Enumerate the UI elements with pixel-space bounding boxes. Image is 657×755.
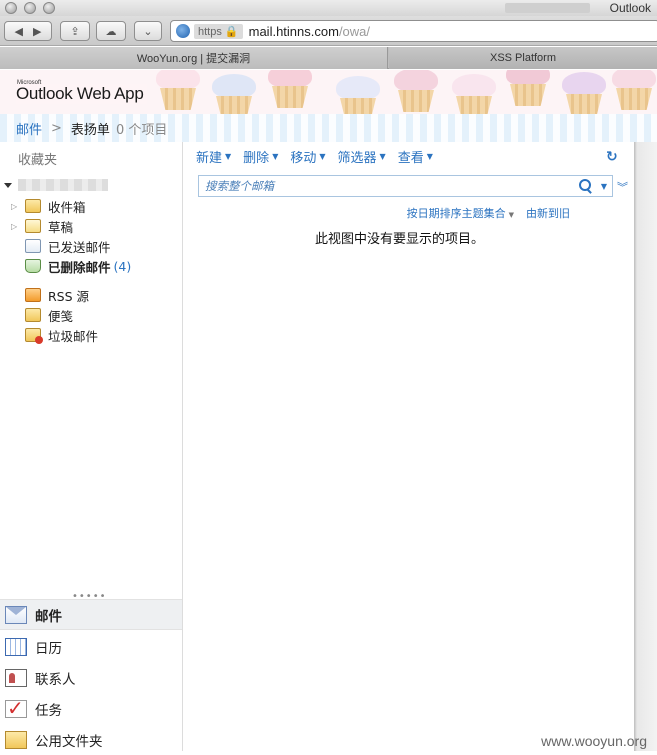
deleted-folder-icon <box>25 259 41 273</box>
sent-folder-icon <box>25 239 41 253</box>
cupcake-decoration <box>500 70 556 106</box>
tab-xss-platform[interactable]: XSS Platform <box>389 47 657 69</box>
redacted-title <box>505 3 590 13</box>
https-badge: https 🔒 <box>194 23 243 39</box>
message-list-pane: 新建▼ 删除▼ 移动▼ 筛选器▼ 查看▼ ↻ ▼ ︾ 按日期排序主题集合▼ 由新… <box>183 142 634 751</box>
cupcake-decoration <box>330 74 386 114</box>
search-options-chevron-icon[interactable]: ▼ <box>598 182 610 191</box>
current-folder-name: 表扬单 <box>70 122 110 138</box>
address-bar[interactable]: https 🔒 mail.htinns.com /owa/ <box>170 20 657 42</box>
mail-icon <box>5 605 27 624</box>
tab-strip: WooYun.org | 提交漏洞 XSS Platform <box>0 47 657 69</box>
breadcrumb: 邮件 > 表扬单 0 个项目 <box>0 114 657 142</box>
folder-sent[interactable]: 已发送邮件 <box>0 236 182 256</box>
cupcake-decoration <box>388 70 444 112</box>
nav-mail[interactable]: 邮件 <box>0 599 182 630</box>
filter-button[interactable]: 筛选器 ▼ <box>338 147 386 166</box>
browser-toolbar: ◀ ▶ ⇪ ☁ ⌄ https 🔒 mail.htinns.com /owa/ <box>0 16 657 46</box>
delete-button[interactable]: 删除 ▼ <box>243 147 278 166</box>
nav-tasks[interactable]: 任务 <box>0 693 182 724</box>
sort-order-toggle[interactable]: 由新到旧 <box>526 205 570 221</box>
window-title: Outlook <box>609 1 651 15</box>
app-logo: Outlook Web App <box>16 84 147 104</box>
refresh-icon[interactable]: ↻ <box>606 150 620 164</box>
chevron-down-icon: ▼ <box>508 211 514 219</box>
expand-double-chevron-icon[interactable]: ︾ <box>617 179 628 195</box>
url-host: mail.htinns.com <box>248 23 339 39</box>
notes-folder-icon <box>25 308 41 322</box>
chevron-down-icon: ▼ <box>225 152 232 161</box>
unread-count-badge: (4) <box>113 258 132 274</box>
globe-icon <box>176 24 190 38</box>
calendar-icon <box>5 637 27 656</box>
rss-folder-icon <box>25 288 41 302</box>
chevron-down-icon: ▼ <box>426 152 433 161</box>
expand-arrow-icon[interactable]: ▷ <box>11 202 17 211</box>
new-button[interactable]: 新建 ▼ <box>196 147 231 166</box>
cupcake-decoration <box>606 70 657 110</box>
share-button[interactable]: ⇪ <box>60 21 90 41</box>
breadcrumb-mail-link[interactable]: 邮件 <box>16 119 42 138</box>
icloud-button[interactable]: ☁ <box>96 21 126 41</box>
inbox-folder-icon <box>25 199 41 213</box>
folder-notes[interactable]: 便笺 <box>0 305 182 325</box>
move-button[interactable]: 移动 ▼ <box>290 147 325 166</box>
chevron-down-icon: ▼ <box>319 152 326 161</box>
lock-icon: 🔒 <box>224 25 239 38</box>
redacted-mailbox-name <box>18 179 108 191</box>
folder-rss[interactable]: RSS 源 <box>0 285 182 305</box>
zoom-window-button[interactable] <box>43 2 55 14</box>
nav-public-folders[interactable]: 公用文件夹 <box>0 724 182 755</box>
nav-calendar[interactable]: 日历 <box>0 631 182 662</box>
chevron-down-icon: ▼ <box>379 152 386 161</box>
cupcake-decoration <box>446 72 502 114</box>
breadcrumb-separator-icon: > <box>51 120 62 136</box>
forward-icon[interactable]: ▶ <box>33 25 41 38</box>
item-count: 0 个项目 <box>115 122 168 138</box>
sort-controls: 按日期排序主题集合 ▼ 由新到旧 <box>407 205 570 221</box>
back-icon[interactable]: ◀ <box>15 25 23 38</box>
minimize-window-button[interactable] <box>24 2 36 14</box>
share-icon: ⇪ <box>70 24 80 38</box>
search-icon[interactable] <box>578 179 592 193</box>
cupcake-decoration <box>150 70 206 110</box>
watermark: www.wooyun.org <box>541 733 647 749</box>
back-forward-buttons[interactable]: ◀ ▶ <box>4 21 52 41</box>
sort-by-dropdown[interactable]: 按日期排序主题集合 ▼ <box>407 205 514 221</box>
folder-deleted[interactable]: 已删除邮件 (4) <box>0 256 182 276</box>
public-folder-icon <box>5 730 27 749</box>
search-input[interactable] <box>199 179 578 193</box>
pane-border <box>634 142 657 751</box>
command-bar: 新建 ▼ 删除 ▼ 移动 ▼ 筛选器 ▼ 查看 ▼ <box>196 147 445 166</box>
collapse-arrow-icon[interactable] <box>4 182 12 188</box>
cupcake-decoration <box>206 72 262 114</box>
favorites-header[interactable]: 收藏夹 <box>18 149 57 168</box>
search-box[interactable]: ▼ <box>198 175 613 197</box>
close-window-button[interactable] <box>5 2 17 14</box>
folder-drafts[interactable]: ▷ 草稿 <box>0 216 182 236</box>
cupcake-decoration <box>556 70 612 114</box>
drafts-folder-icon <box>25 219 41 233</box>
folder-pane: 收藏夹 ▷ 收件箱 ▷ 草稿 已发送邮件 已删除邮件 (4) RSS 源 便笺 … <box>0 142 183 751</box>
window-titlebar: Outlook <box>0 0 657 16</box>
folder-inbox[interactable]: ▷ 收件箱 <box>0 196 182 216</box>
expand-arrow-icon[interactable]: ▷ <box>11 222 17 231</box>
junk-folder-icon <box>25 328 43 344</box>
tab-wooyun[interactable]: WooYun.org | 提交漏洞 <box>0 47 388 69</box>
chevron-down-icon: ▼ <box>272 152 279 161</box>
contacts-icon <box>5 668 27 687</box>
view-button[interactable]: 查看 ▼ <box>398 147 433 166</box>
folder-junk[interactable]: 垃圾邮件 <box>0 325 182 345</box>
cupcake-decoration <box>262 70 318 108</box>
pocket-button[interactable]: ⌄ <box>134 21 162 41</box>
mailbox-root[interactable] <box>4 178 108 192</box>
tasks-icon <box>5 696 27 720</box>
empty-list-message: 此视图中没有要显示的项目。 <box>315 232 485 247</box>
url-path: /owa/ <box>338 23 371 39</box>
pocket-icon: ⌄ <box>143 24 153 38</box>
nav-contacts[interactable]: 联系人 <box>0 662 182 693</box>
cloud-icon: ☁ <box>105 24 117 38</box>
